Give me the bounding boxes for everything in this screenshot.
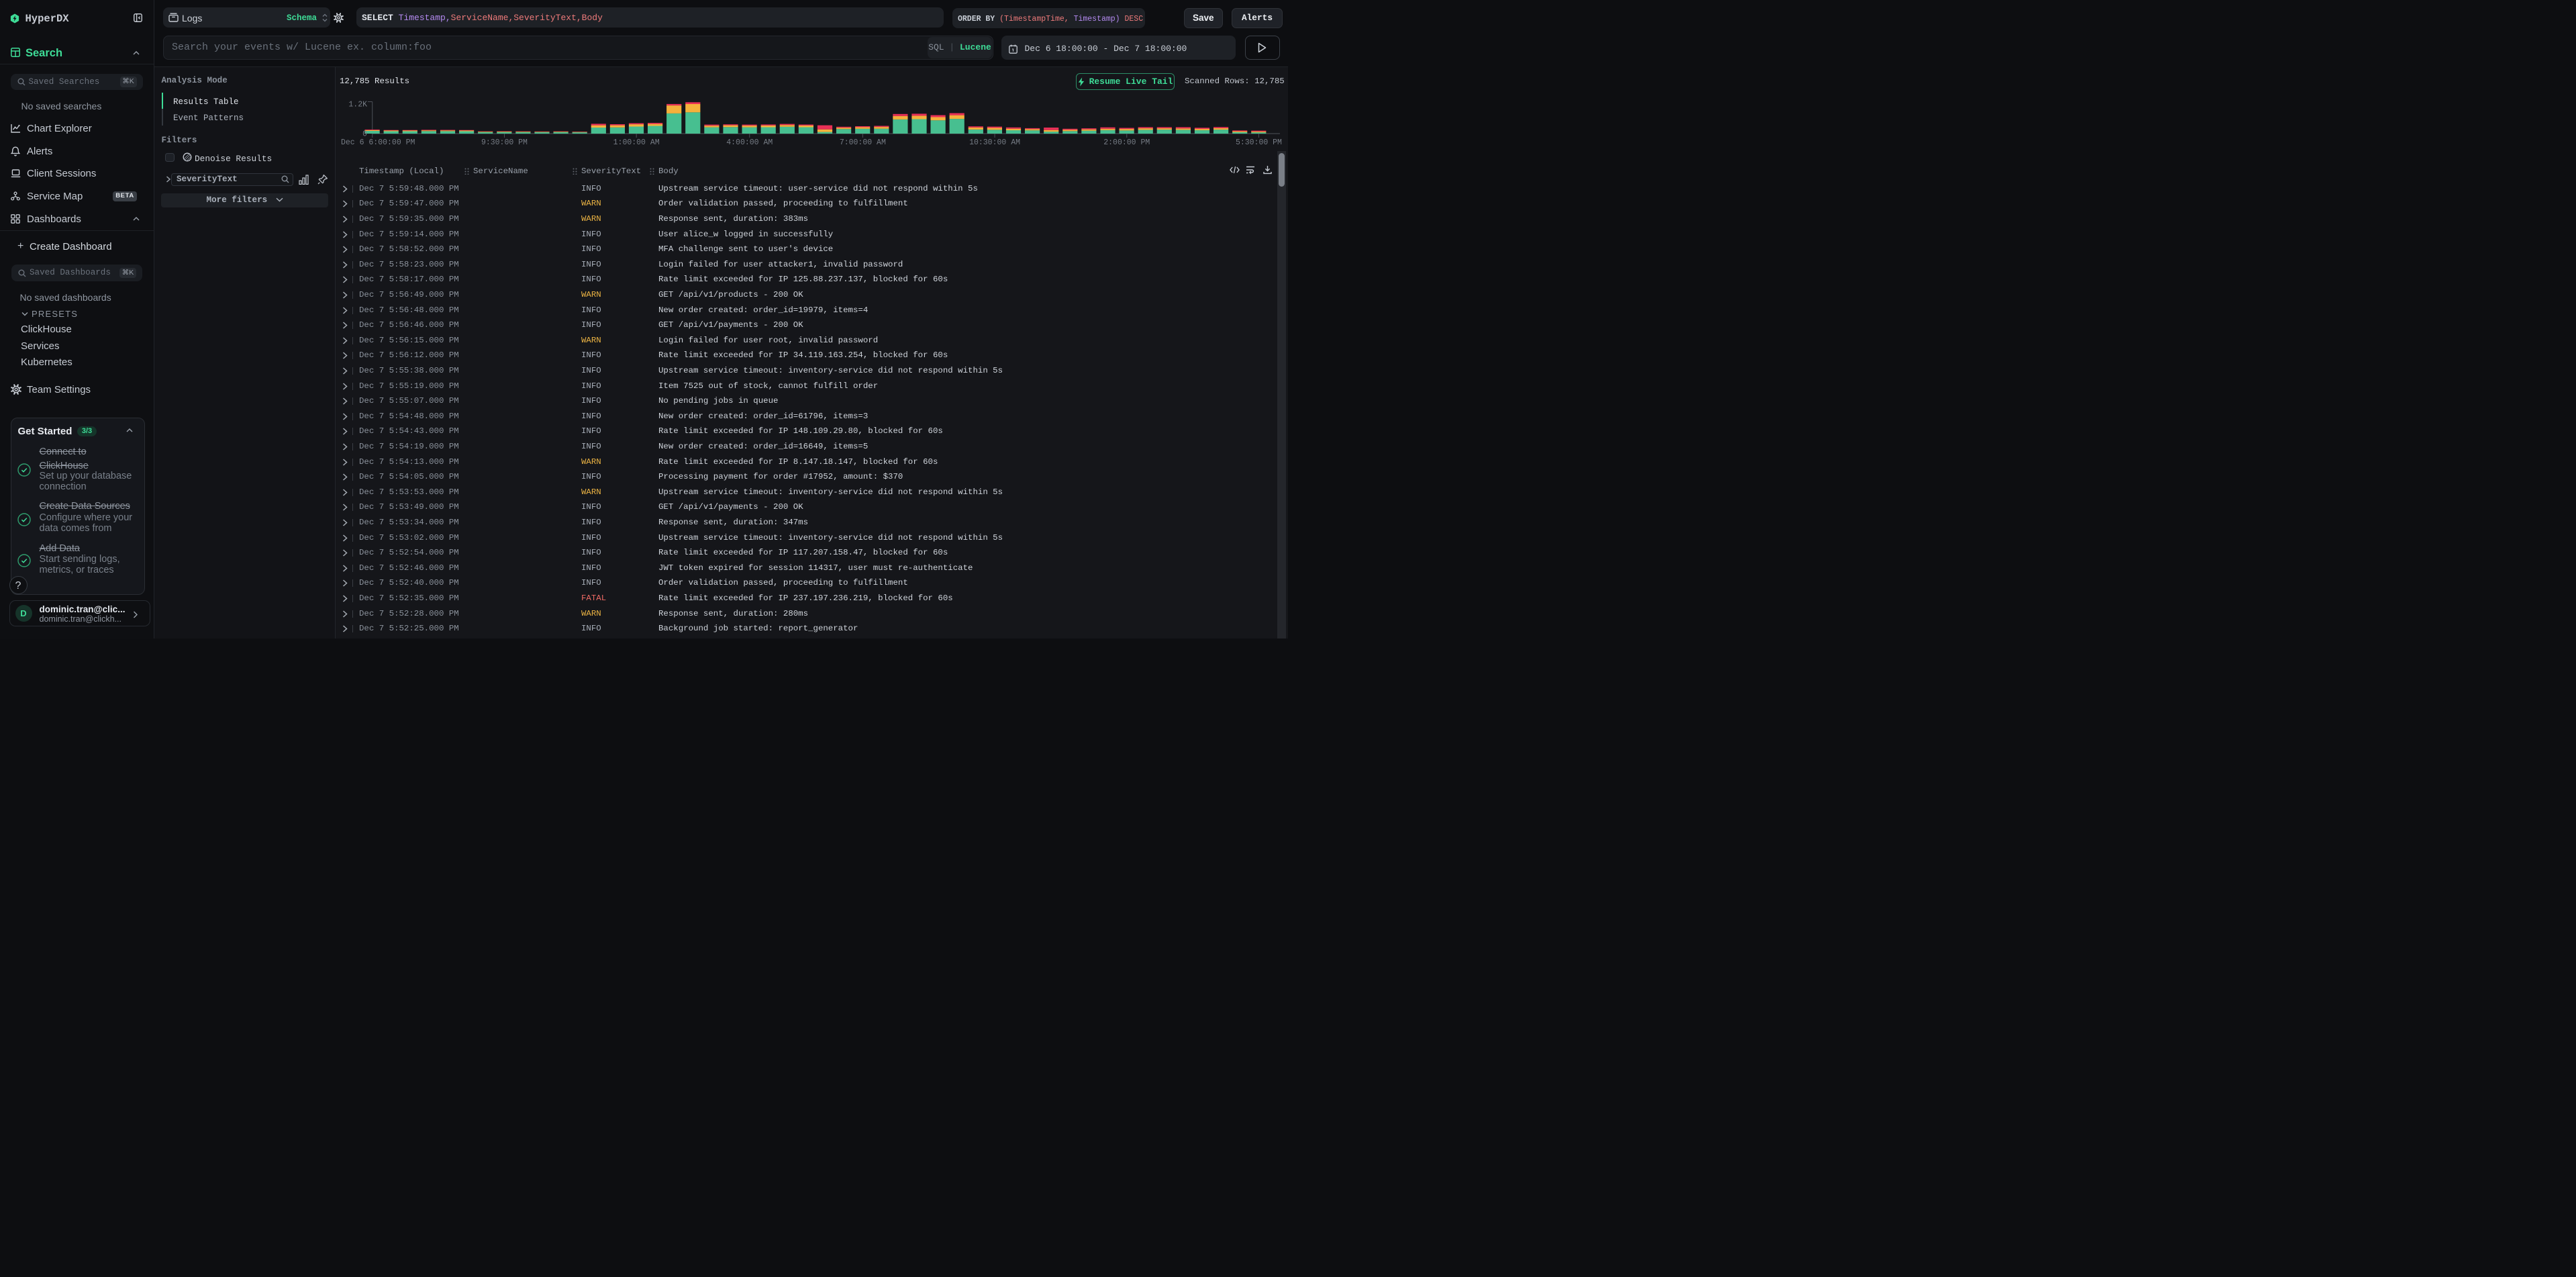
svg-text:1.2K: 1.2K [348,101,367,109]
svg-text:Dec 6 6:00:00 PM: Dec 6 6:00:00 PM [341,138,415,147]
svg-text:9:30:00 PM: 9:30:00 PM [481,138,528,147]
svg-text:1:00:00 AM: 1:00:00 AM [613,138,660,147]
svg-text:7:00:00 AM: 7:00:00 AM [840,138,886,147]
svg-text:4:00:00 AM: 4:00:00 AM [726,138,773,147]
svg-text:2:00:00 PM: 2:00:00 PM [1103,138,1150,147]
svg-text:10:30:00 AM: 10:30:00 AM [969,138,1020,147]
svg-text:5:30:00 PM: 5:30:00 PM [1236,138,1282,147]
svg-text:0: 0 [362,130,367,139]
